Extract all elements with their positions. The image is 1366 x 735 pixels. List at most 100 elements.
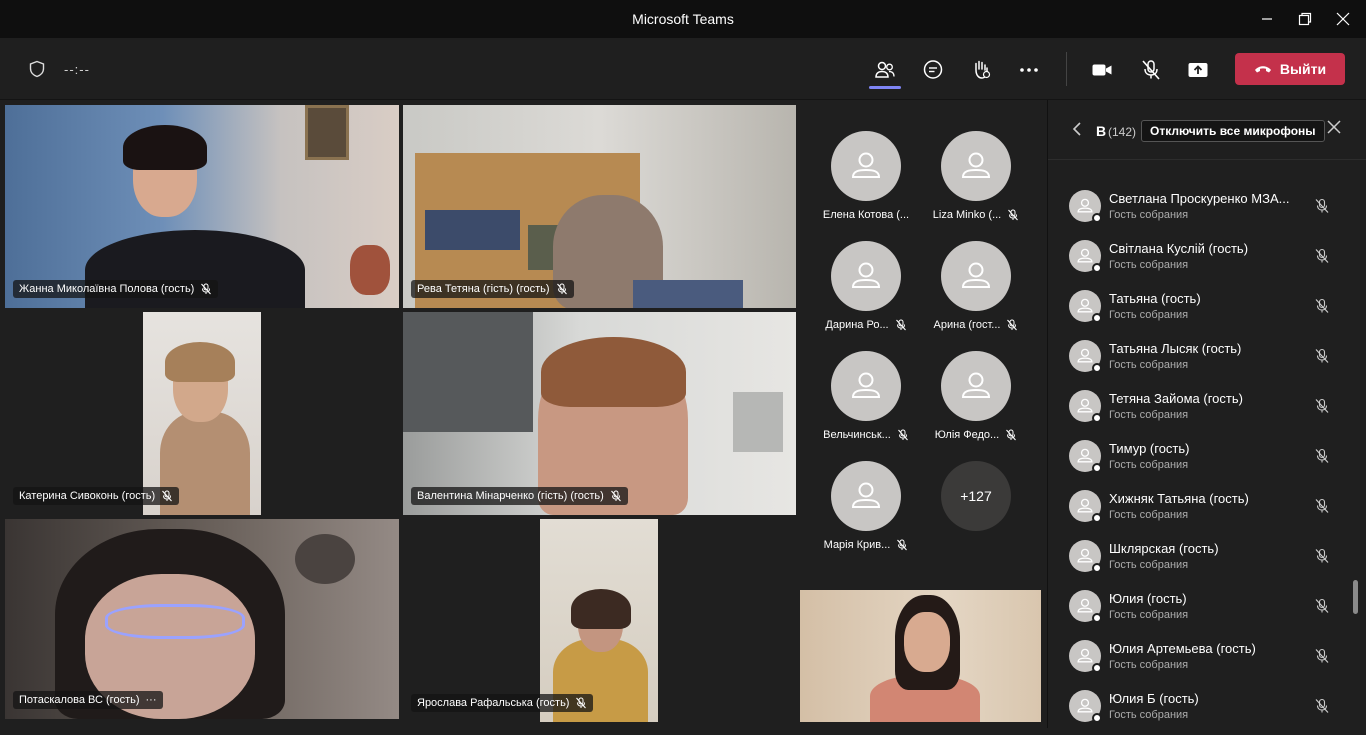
participant-avatar-tile[interactable]: Юлія Федо... [921,351,1031,461]
participant-name: Жанна Миколаївна Полова (гость) [19,283,195,295]
avatar-label: Арина (гост... [921,319,1031,331]
video-tile[interactable]: Ярослава Рафальська (гость) [403,519,796,722]
participant-role: Гость собрания [1109,209,1189,221]
close-panel-icon[interactable] [1327,120,1341,139]
person-icon [1077,548,1093,563]
participant-label: Рева Тетяна (гість) (гость) [411,280,574,298]
hang-up-icon [1254,66,1271,73]
panel-title: В [1096,123,1107,139]
participant-row[interactable]: Тетяна Зайома (гость) Гость собрания [1048,385,1366,435]
tile-more-icon[interactable]: ··· [146,694,157,706]
participant-role: Гость собрания [1109,609,1189,621]
person-face [904,612,950,672]
participant-name: Хижняк Татьяна (гость) [1109,491,1249,506]
participant-row[interactable]: Тимур (гость) Гость собрания [1048,435,1366,485]
participant-count: (142) [1108,125,1137,139]
person-hair [541,337,686,407]
participant-avatar-tile[interactable]: Марія Крив... [811,461,921,571]
participant-row[interactable]: Татьяна Лысяк (гость) Гость собрания [1048,335,1366,385]
participant-avatar-tile[interactable]: Арина (гост... [921,241,1031,351]
participant-row[interactable]: Юлия (гость) Гость собрания [1048,585,1366,635]
person-hair [123,125,207,170]
video-tile[interactable]: Жанна Миколаївна Полова (гость) [5,105,399,308]
mute-all-button[interactable]: Отключить все микрофоны [1141,120,1325,142]
avatar-name: Арина (гост... [933,319,1001,331]
person-icon [1077,348,1093,363]
wall-clock [295,534,355,584]
video-tile-active[interactable]: Потаскалова ВС (гость) ··· [5,519,399,719]
more-participants-tile[interactable]: +127 [921,461,1031,571]
avatar-name: Елена Котова (... [822,209,910,221]
meeting-toolbar: --:-- Выйти [0,38,1366,100]
back-icon[interactable] [1072,122,1082,141]
more-participants-count: +127 [941,461,1011,531]
wall-picture [305,105,349,160]
mic-off-icon[interactable] [1314,648,1330,664]
participants-icon[interactable] [871,56,899,84]
leave-button[interactable]: Выйти [1235,53,1345,85]
camera-icon[interactable] [1088,56,1116,84]
window-title: Microsoft Teams [632,11,734,27]
participant-name: Рева Тетяна (гість) (гость) [417,283,550,295]
panel-scrollbar[interactable] [1353,580,1358,614]
participant-row[interactable]: Шклярская (гость) Гость собрания [1048,535,1366,585]
video-tile[interactable]: Катерина Сивоконь (гость) [5,312,399,515]
participant-name: Шклярская (гость) [1109,541,1219,556]
more-icon[interactable] [1015,56,1043,84]
participant-name: Светлана Проскуренко МЗА... [1109,191,1290,206]
participant-avatar-tile[interactable]: Вельчинськ... [811,351,921,461]
presence-dot [1092,213,1102,223]
chat-icon[interactable] [919,56,947,84]
person-icon [1077,398,1093,413]
mic-off-icon[interactable] [1314,548,1330,564]
mic-off-icon[interactable] [1314,248,1330,264]
avatar [831,351,901,421]
participant-avatar-tile[interactable]: Елена Котова (... [811,131,921,241]
person-hair [165,342,235,382]
toolbar-separator [1066,52,1067,86]
minimize-icon[interactable] [1256,8,1278,30]
maximize-icon[interactable] [1294,8,1316,30]
panel-header: В (142) Отключить все микрофоны [1048,100,1366,160]
presence-dot [1092,513,1102,523]
mic-off-icon[interactable] [1314,448,1330,464]
participant-role: Гость собрания [1109,359,1189,371]
avatar [1069,190,1102,223]
video-tile[interactable]: Рева Тетяна (гість) (гость) [403,105,796,308]
participant-avatar-tile[interactable]: Дарина Ро... [811,241,921,351]
mic-off-icon [897,539,908,551]
avatar-name: Дарина Ро... [825,319,889,331]
self-view-tile[interactable] [800,590,1041,722]
participant-row[interactable]: Хижняк Татьяна (гость) Гость собрания [1048,485,1366,535]
participant-row[interactable]: Юлия Артемьева (гость) Гость собрания [1048,635,1366,685]
mic-off-icon [1006,429,1017,441]
mic-off-icon[interactable] [1314,198,1330,214]
mic-off-icon[interactable] [1314,698,1330,714]
close-icon[interactable] [1332,8,1354,30]
person-icon [1077,298,1093,313]
participant-row[interactable]: Татьяна (гость) Гость собрания [1048,285,1366,335]
person-icon [1077,648,1093,663]
participant-avatar-tile[interactable]: Liza Minko (... [921,131,1031,241]
mic-off-icon[interactable] [1314,348,1330,364]
participant-role: Гость собрания [1109,459,1189,471]
books [425,210,520,250]
avatar [1069,590,1102,623]
mic-off-icon[interactable] [1314,598,1330,614]
presence-dot [1092,563,1102,573]
participant-row[interactable]: Светлана Проскуренко МЗА... Гость собран… [1048,185,1366,235]
avatar-name: Liza Minko (... [932,209,1002,221]
raise-hand-icon[interactable] [967,56,995,84]
mic-off-icon[interactable] [1314,298,1330,314]
avatar [1069,640,1102,673]
person-icon [1077,598,1093,613]
participant-name: Тимур (гость) [1109,441,1190,456]
participant-role: Гость собрания [1109,509,1189,521]
mic-off-icon[interactable] [1137,56,1165,84]
person-clothes [633,280,743,308]
share-icon[interactable] [1184,56,1212,84]
participant-row[interactable]: Світлана Куслій (гость) Гость собрания [1048,235,1366,285]
mic-off-icon[interactable] [1314,498,1330,514]
video-tile[interactable]: Валентина Мінарченко (гість) (гость) [403,312,796,515]
mic-off-icon[interactable] [1314,398,1330,414]
